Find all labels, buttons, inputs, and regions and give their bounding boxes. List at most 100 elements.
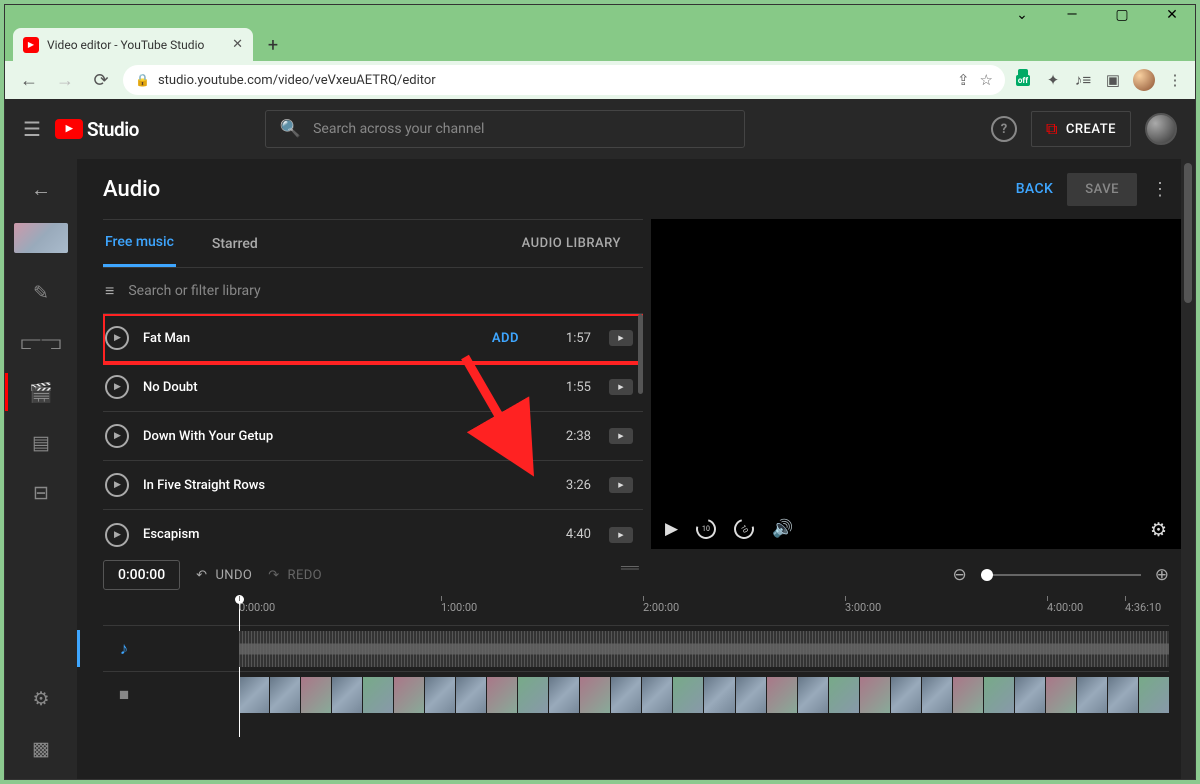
timeline-playhead[interactable]	[239, 597, 240, 737]
browser-toolbar: ← → ⟳ 🔒 studio.youtube.com/video/veVxeuA…	[5, 61, 1195, 99]
audio-tabs: Free music Starred AUDIO LIBRARY	[103, 220, 643, 268]
rail-subtitles-icon[interactable]: ⊟	[5, 467, 77, 517]
extension-icons: off ✦ ♪≡ ▣ ⋮	[1013, 69, 1185, 91]
window-minimize-icon[interactable]: —	[1057, 6, 1087, 24]
music-lane-icon[interactable]: ♪	[103, 626, 145, 671]
audio-track-lane: ♪	[103, 625, 1169, 671]
forward-10-icon[interactable]: 10	[730, 515, 757, 542]
timecode-display[interactable]: 0:00:00	[103, 560, 180, 590]
studio-logo-text: Studio	[87, 118, 139, 141]
studio-logo[interactable]: Studio	[55, 118, 139, 141]
more-vertical-icon[interactable]: ⋮	[1151, 179, 1169, 200]
chrome-menu-icon[interactable]: ⋮	[1165, 70, 1185, 90]
side-panel-icon[interactable]: ▣	[1103, 70, 1123, 90]
studio-app: ☰ Studio 🔍 Search across your channel ? …	[5, 99, 1195, 779]
play-icon[interactable]	[105, 424, 129, 448]
window-close-icon[interactable]: ✕	[1157, 6, 1187, 24]
tab-close-icon[interactable]: ✕	[232, 37, 243, 52]
channel-search-input[interactable]: 🔍 Search across your channel	[265, 110, 745, 148]
hamburger-menu-icon[interactable]: ☰	[23, 117, 41, 141]
window-titlebar: ⌄ — ▢ ✕	[5, 5, 1195, 25]
video-preview: ▶ 10 10 🔊 ⚙	[651, 219, 1181, 549]
extensions-puzzle-icon[interactable]: ✦	[1043, 70, 1063, 90]
rail-feedback-icon[interactable]: ▩	[5, 723, 77, 773]
tab-starred[interactable]: Starred	[210, 220, 260, 267]
track-duration: 1:57	[549, 331, 591, 346]
rail-editor-icon[interactable]: 🎬	[5, 367, 77, 417]
share-icon[interactable]: ⇪	[957, 71, 970, 89]
track-list-scrollbar[interactable]	[638, 314, 643, 394]
drag-handle-icon[interactable]: ══	[621, 559, 637, 576]
play-icon[interactable]	[105, 375, 129, 399]
tab-favicon-icon	[23, 37, 39, 53]
zoom-slider[interactable]	[981, 574, 1141, 576]
back-link[interactable]: BACK	[1016, 181, 1054, 197]
browser-forward-button[interactable]: →	[51, 66, 79, 94]
zoom-out-icon[interactable]: ⊖	[953, 565, 967, 585]
audio-waveform[interactable]	[239, 631, 1169, 667]
save-button[interactable]: SAVE	[1067, 173, 1137, 206]
track-row[interactable]: In Five Straight Rows 3:26	[103, 461, 643, 510]
browser-tab-active[interactable]: Video editor - YouTube Studio ✕	[13, 28, 253, 61]
undo-button[interactable]: ↶ UNDO	[196, 568, 252, 583]
music-note-icon[interactable]: ♪≡	[1073, 70, 1093, 90]
create-camera-icon: ⧉	[1046, 119, 1058, 139]
audio-library-link[interactable]: AUDIO LIBRARY	[522, 236, 643, 251]
settings-gear-icon[interactable]: ⚙	[1150, 518, 1167, 541]
add-track-button[interactable]: ADD	[492, 331, 519, 346]
timeline-ruler[interactable]: 0:00:00 1:00:00 2:00:00 3:00:00 4:00:00 …	[145, 601, 1169, 625]
new-tab-button[interactable]: +	[259, 31, 287, 59]
track-title: In Five Straight Rows	[143, 478, 549, 493]
browser-reload-button[interactable]: ⟳	[87, 66, 115, 94]
help-icon[interactable]: ?	[991, 116, 1017, 142]
track-duration: 1:55	[549, 380, 591, 395]
video-filmstrip[interactable]	[239, 677, 1169, 713]
track-row[interactable]: No Doubt 1:55	[103, 363, 643, 412]
tab-free-music[interactable]: Free music	[103, 220, 176, 267]
replay-10-icon[interactable]: 10	[692, 515, 719, 542]
bookmark-star-icon[interactable]: ☆	[980, 71, 993, 89]
rail-details-pencil-icon[interactable]: ✎	[5, 267, 77, 317]
video-thumbnail[interactable]	[14, 223, 68, 253]
rail-comments-icon[interactable]: ▤	[5, 417, 77, 467]
track-row[interactable]: Escapism 4:40	[103, 510, 643, 549]
address-bar[interactable]: 🔒 studio.youtube.com/video/veVxeuAETRQ/e…	[123, 65, 1005, 95]
youtube-badge-icon	[609, 477, 633, 493]
video-canvas[interactable]	[651, 219, 1181, 509]
left-rail: ← ✎ ⫍⫎ 🎬 ▤ ⊟ ⚙ ▩	[5, 159, 77, 779]
rail-settings-gear-icon[interactable]: ⚙	[5, 673, 77, 723]
rail-back-arrow-icon[interactable]: ←	[31, 177, 51, 202]
youtube-badge-icon	[609, 527, 633, 543]
page-title: Audio	[103, 177, 160, 202]
play-icon[interactable]	[105, 473, 129, 497]
youtube-badge-icon	[609, 428, 633, 444]
content-scrollbar[interactable]	[1181, 159, 1195, 779]
track-duration: 4:40	[549, 527, 591, 542]
account-avatar[interactable]	[1145, 113, 1177, 145]
rail-analytics-icon[interactable]: ⫍⫎	[5, 317, 77, 367]
track-title: Escapism	[143, 527, 549, 542]
address-url: studio.youtube.com/video/veVxeuAETRQ/edi…	[158, 73, 436, 88]
profile-avatar-small[interactable]	[1133, 69, 1155, 91]
track-row[interactable]: Fat Man ADD 1:57	[103, 314, 643, 363]
play-icon[interactable]	[105, 326, 129, 350]
volume-icon[interactable]: 🔊	[772, 519, 793, 539]
filter-row[interactable]: ≡ Search or filter library	[103, 268, 643, 314]
youtube-logo-icon	[55, 119, 83, 139]
extension-off-icon[interactable]: off	[1013, 70, 1033, 90]
browser-tab-strip: Video editor - YouTube Studio ✕ +	[5, 25, 1195, 61]
redo-button[interactable]: ↷ REDO	[268, 568, 322, 583]
studio-header: ☰ Studio 🔍 Search across your channel ? …	[5, 99, 1195, 159]
track-row[interactable]: Down With Your Getup 2:38	[103, 412, 643, 461]
play-icon[interactable]	[105, 523, 129, 547]
window-dropdown-icon[interactable]: ⌄	[1007, 6, 1037, 24]
play-button-icon[interactable]: ▶	[665, 519, 678, 539]
create-button[interactable]: ⧉ CREATE	[1031, 111, 1131, 147]
zoom-in-icon[interactable]: ⊕	[1155, 565, 1169, 585]
video-lane-icon[interactable]: ■	[103, 672, 145, 717]
tab-title: Video editor - YouTube Studio	[47, 38, 224, 52]
filter-placeholder: Search or filter library	[128, 283, 260, 299]
window-maximize-icon[interactable]: ▢	[1107, 6, 1137, 24]
browser-back-button[interactable]: ←	[15, 66, 43, 94]
ruler-mark: 3:00:00	[845, 601, 881, 614]
